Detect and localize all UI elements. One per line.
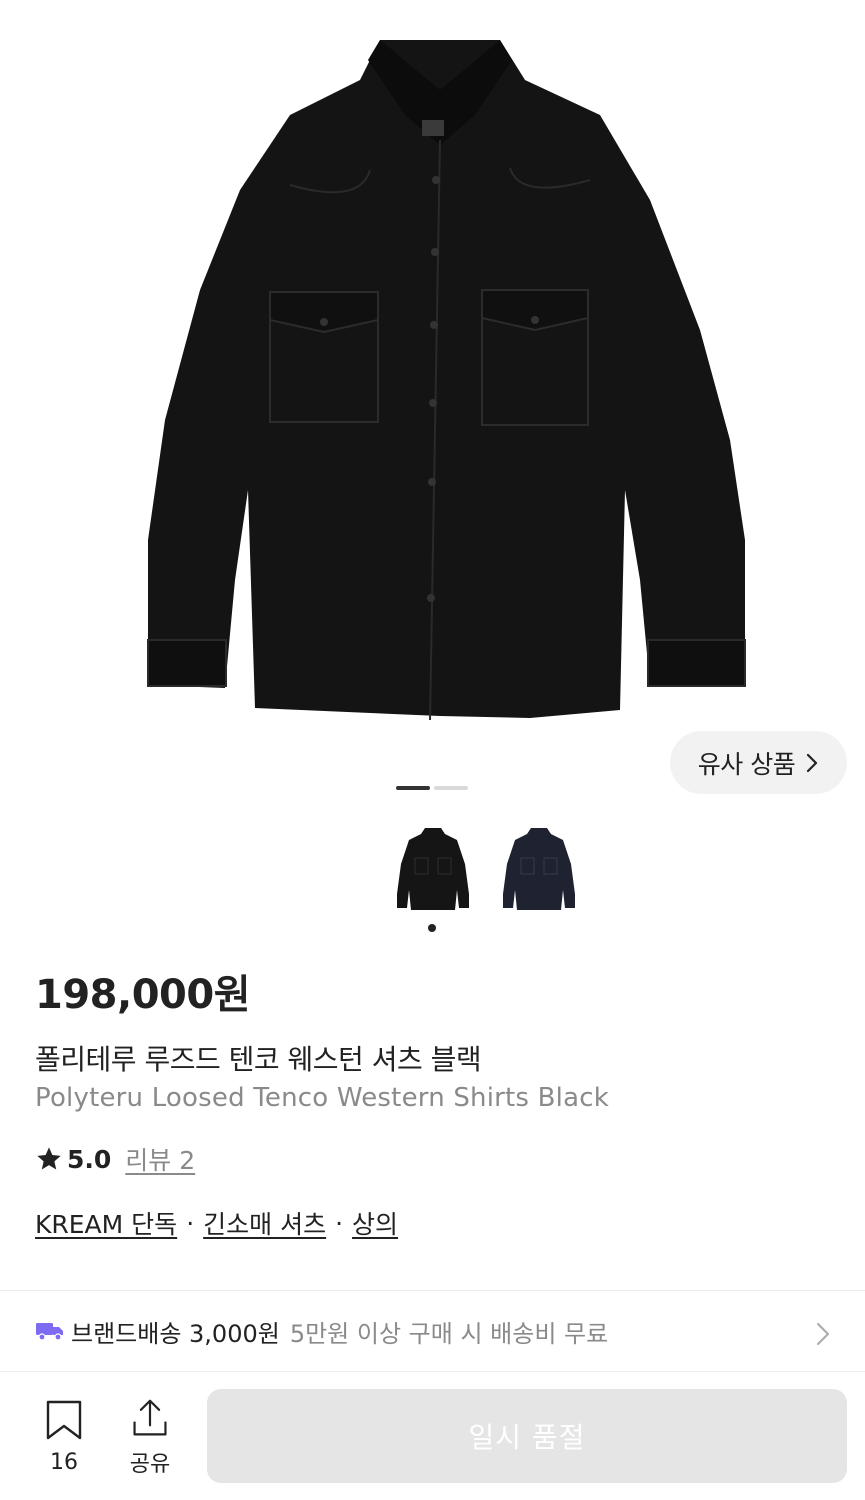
chevron-right-icon: [817, 1323, 829, 1345]
delivery-note: 5만원 이상 구매 시 배송비 무료: [289, 1319, 609, 1348]
soldout-button[interactable]: 일시 품절: [207, 1389, 847, 1483]
wishlist-button[interactable]: 16: [34, 1398, 94, 1478]
share-label: 공유: [129, 1452, 171, 1477]
tag-separator: ·: [335, 1208, 344, 1238]
truck-icon: [36, 1323, 63, 1341]
share-button[interactable]: 공유: [120, 1398, 180, 1478]
chevron-right-icon: [807, 753, 818, 772]
thumbnail-navy[interactable]: [501, 824, 577, 912]
thumbnail-selected-dot: [428, 924, 436, 932]
shirt-image: [147, 40, 746, 721]
star-icon: [37, 1147, 61, 1170]
rating-value: 5.0: [67, 1144, 112, 1174]
tag-link-tops[interactable]: 상의: [352, 1205, 398, 1241]
similar-products-label: 유사 상품: [697, 749, 796, 779]
thumbnail-black[interactable]: [395, 824, 471, 912]
gallery-indicator: [434, 786, 468, 790]
category-tags: KREAM 단독 · 긴소매 셔츠 · 상의: [35, 1205, 398, 1241]
tag-link-exclusive[interactable]: KREAM 단독: [35, 1205, 177, 1241]
delivery-label: 브랜드배송 3,000원: [71, 1319, 280, 1348]
delivery-info-row[interactable]: 브랜드배송 3,000원 5만원 이상 구매 시 배송비 무료: [0, 1291, 865, 1371]
review-link[interactable]: 리뷰 2: [125, 1141, 195, 1177]
bookmark-icon: [46, 1400, 82, 1440]
similar-products-button[interactable]: 유사 상품: [670, 731, 847, 794]
rating-row: 5.0 리뷰 2: [35, 1142, 195, 1176]
product-price: 198,000원: [35, 972, 251, 1018]
tag-separator: ·: [186, 1208, 195, 1238]
gallery-indicator-active: [396, 786, 430, 790]
product-image[interactable]: [0, 0, 865, 812]
tag-link-long-sleeve-shirts[interactable]: 긴소매 셔츠: [203, 1205, 326, 1241]
product-name-english: Polyteru Loosed Tenco Western Shirts Bla…: [35, 1083, 609, 1113]
bottom-action-bar: 16 공유 일시 품절: [0, 1371, 865, 1500]
wishlist-count: 16: [50, 1450, 78, 1475]
share-icon: [133, 1399, 167, 1436]
product-name-korean: 폴리테루 루즈드 텐코 웨스턴 셔츠 블랙: [35, 1043, 482, 1076]
